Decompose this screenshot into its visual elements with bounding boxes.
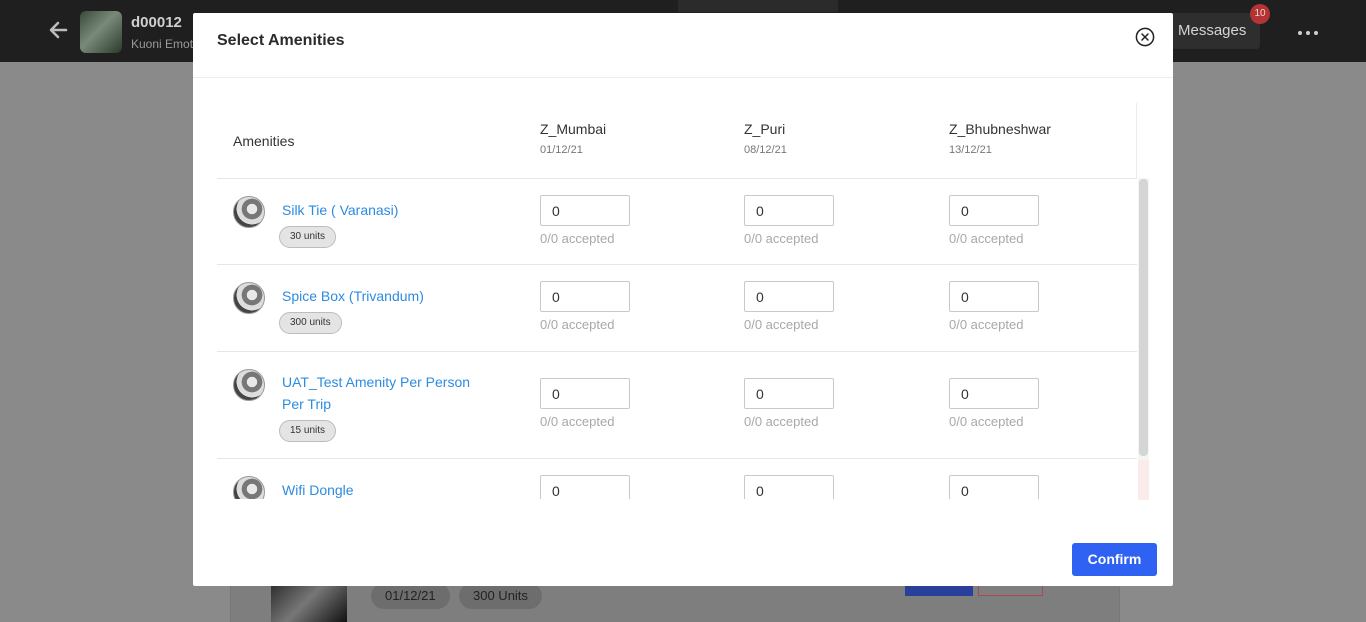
trip-subtitle: Kuoni Emotions (131, 37, 193, 51)
trip-thumbnail (80, 11, 122, 53)
header-tab[interactable] (678, 0, 838, 12)
location-date: 01/12/21 (540, 144, 583, 156)
scroll-end-indicator (1138, 460, 1149, 500)
back-arrow-icon[interactable] (46, 18, 70, 42)
messages-button[interactable]: Messages (1166, 13, 1260, 49)
amenity-image (233, 476, 265, 499)
amenity-image (233, 196, 265, 228)
accepted-count: 0/0 accepted (949, 231, 1024, 246)
accepted-count: 0/0 accepted (540, 317, 615, 332)
table-row: Spice Box (Trivandum) 300 units 0/0 acce… (217, 265, 1137, 352)
quantity-input-bhubneshwar[interactable] (949, 378, 1039, 409)
table-header: Amenities Z_Mumbai 01/12/21 Z_Puri 08/12… (217, 103, 1137, 179)
table-row: Wifi Dongle (217, 459, 1137, 499)
amenity-name-link[interactable]: Spice Box (Trivandum) (282, 285, 492, 307)
location-header-puri: Z_Puri 08/12/21 (744, 121, 787, 156)
location-name: Z_Bhubneshwar (949, 121, 1051, 137)
quantity-input-bhubneshwar[interactable] (949, 281, 1039, 312)
location-header-bhubneshwar: Z_Bhubneshwar 13/12/21 (949, 121, 1051, 156)
quantity-input-puri[interactable] (744, 281, 834, 312)
accepted-count: 0/0 accepted (540, 414, 615, 429)
accepted-count: 0/0 accepted (744, 414, 819, 429)
accepted-count: 0/0 accepted (744, 231, 819, 246)
amenity-name-link[interactable]: Wifi Dongle (282, 479, 492, 499)
modal-title: Select Amenities (217, 32, 345, 49)
quantity-input-mumbai[interactable] (540, 378, 630, 409)
quantity-input-mumbai[interactable] (540, 281, 630, 312)
location-date: 08/12/21 (744, 144, 787, 156)
messages-count-badge: 10 (1250, 4, 1270, 24)
amenities-column-header: Amenities (233, 133, 295, 149)
quantity-input-bhubneshwar[interactable] (949, 195, 1039, 226)
quantity-input-puri[interactable] (744, 378, 834, 409)
header-divider (1136, 103, 1137, 179)
background-date-chip: 01/12/21 (371, 583, 450, 609)
more-options-icon[interactable] (1296, 22, 1320, 42)
quantity-input-bhubneshwar[interactable] (949, 475, 1039, 499)
table-row: UAT_Test Amenity Per Person Per Trip 15 … (217, 352, 1137, 459)
accepted-count: 0/0 accepted (540, 231, 615, 246)
close-icon[interactable] (1135, 27, 1155, 47)
location-name: Z_Mumbai (540, 121, 607, 137)
quantity-input-mumbai[interactable] (540, 195, 630, 226)
confirm-button[interactable]: Confirm (1072, 543, 1157, 576)
units-badge: 300 units (279, 312, 342, 334)
accepted-count: 0/0 accepted (949, 317, 1024, 332)
accepted-count: 0/0 accepted (744, 317, 819, 332)
location-date: 13/12/21 (949, 144, 992, 156)
location-header-mumbai: Z_Mumbai 01/12/21 (540, 121, 606, 156)
accepted-count: 0/0 accepted (949, 414, 1024, 429)
amenity-name-link[interactable]: UAT_Test Amenity Per Person Per Trip (282, 371, 492, 415)
table-scrollbar-thumb[interactable] (1139, 179, 1148, 456)
amenity-image (233, 369, 265, 401)
amenity-name-link[interactable]: Silk Tie ( Varanasi) (282, 199, 492, 221)
table-row: Silk Tie ( Varanasi) 30 units 0/0 accept… (217, 179, 1137, 265)
units-badge: 30 units (279, 226, 337, 248)
quantity-input-puri[interactable] (744, 475, 834, 499)
select-amenities-modal: Select Amenities Amenities Z_Mumbai 01/1… (193, 13, 1173, 586)
amenity-image (233, 282, 265, 314)
amenities-table: Amenities Z_Mumbai 01/12/21 Z_Puri 08/12… (217, 103, 1149, 499)
quantity-input-puri[interactable] (744, 195, 834, 226)
modal-header: Select Amenities (193, 13, 1173, 78)
location-name: Z_Puri (744, 121, 786, 137)
trip-id: d00012 (131, 14, 182, 31)
units-badge: 15 units (279, 420, 337, 442)
background-units-chip: 300 Units (459, 583, 542, 609)
quantity-input-mumbai[interactable] (540, 475, 630, 499)
